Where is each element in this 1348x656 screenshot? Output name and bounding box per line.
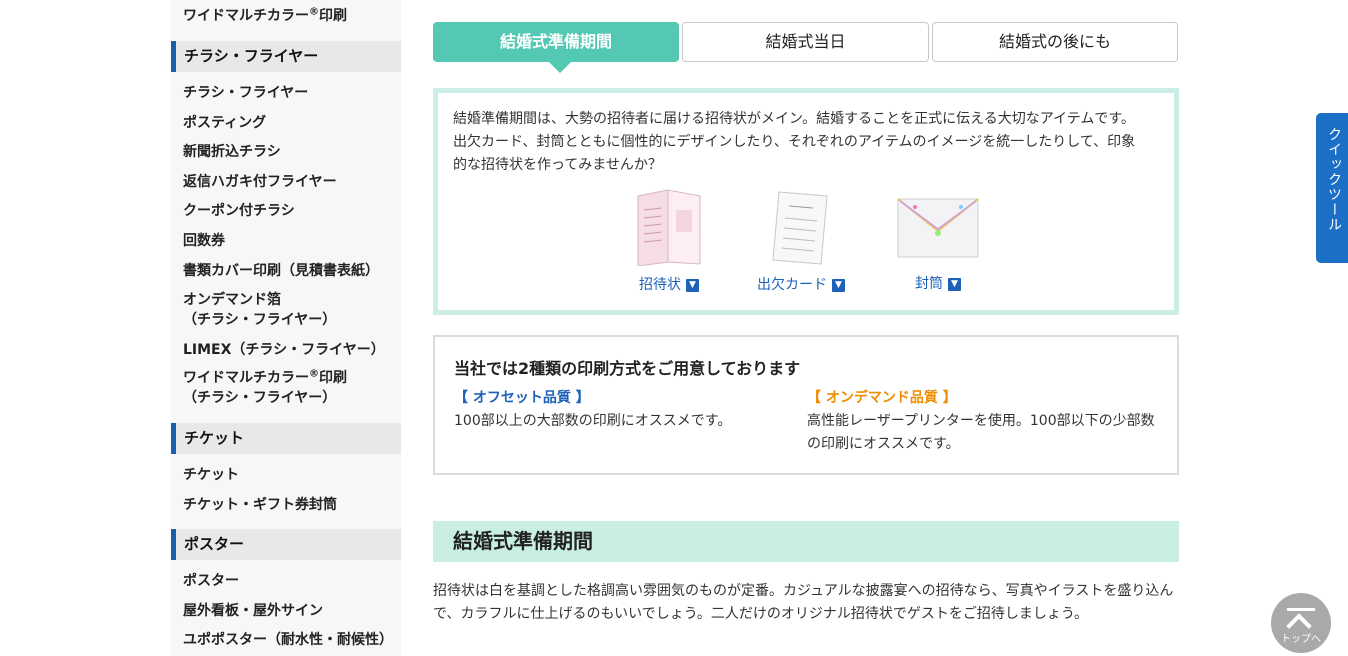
sidebar-item-label-part: 印刷 bbox=[319, 370, 347, 386]
offset-quality-label: 【 オフセット品質 】 bbox=[454, 390, 590, 406]
invitation-link[interactable]: 招待状 ▼ bbox=[639, 274, 699, 294]
download-icon: ▼ bbox=[832, 278, 845, 292]
sidebar-item-ondemand-foil[interactable]: オンデマンド箔 （チラシ・フライヤー） bbox=[183, 290, 398, 330]
sidebar: ワイドマルチカラー®印刷 チラシ・フライヤー チラシ・フライヤー ポスティング … bbox=[171, 0, 401, 656]
section-body: 招待状は白を基調とした格調高い雰囲気のものが定番。カジュアルな披露宴への招待なら… bbox=[433, 583, 1174, 622]
tab-after-wedding[interactable]: 結婚式の後にも bbox=[932, 22, 1178, 62]
sidebar-item-limex[interactable]: LIMEX（チラシ・フライヤー） bbox=[183, 340, 398, 360]
sidebar-section-poster: ポスター bbox=[171, 529, 401, 560]
download-icon: ▼ bbox=[686, 278, 699, 292]
sidebar-item-reply-postcard-flyer[interactable]: 返信ハガキ付フライヤー bbox=[183, 172, 398, 192]
sidebar-item-coupon-book[interactable]: 回数券 bbox=[183, 231, 398, 251]
sidebar-item-flyer[interactable]: チラシ・フライヤー bbox=[183, 83, 398, 103]
invitation-image[interactable] bbox=[634, 188, 704, 267]
sidebar-item-coupon-flyer[interactable]: クーポン付チラシ bbox=[183, 201, 398, 221]
sidebar-item-wide-multicolor[interactable]: ワイドマルチカラー®印刷 bbox=[183, 6, 398, 26]
sidebar-item-sublabel: （チラシ・フライヤー） bbox=[183, 312, 337, 328]
sidebar-item-sublabel: （チラシ・フライヤー） bbox=[183, 390, 337, 406]
rsvp-card-image[interactable] bbox=[771, 188, 831, 266]
sidebar-item-outdoor-sign[interactable]: 屋外看板・屋外サイン bbox=[183, 601, 398, 621]
sidebar-item-ticket[interactable]: チケット bbox=[183, 465, 398, 485]
ondemand-quality-desc: 高性能レーザープリンターを使用。100部以下の少部数の印刷にオススメです。 bbox=[807, 413, 1155, 452]
item-invitation: 招待状 ▼ bbox=[614, 188, 724, 294]
tab-wedding-day[interactable]: 結婚式当日 bbox=[682, 22, 929, 62]
sidebar-item-label: ワイドマルチカラー bbox=[183, 8, 309, 24]
back-to-top-label: トップへ bbox=[1281, 634, 1321, 645]
registered-mark: ® bbox=[309, 368, 319, 380]
sidebar-item-document-cover[interactable]: 書類カバー印刷（見積書表紙） bbox=[183, 261, 398, 281]
sidebar-item-yupo-poster[interactable]: ユポポスター（耐水性・耐候性） bbox=[183, 630, 398, 650]
quick-tool-button[interactable]: クイックツール bbox=[1316, 113, 1348, 263]
registered-mark: ® bbox=[309, 6, 319, 18]
intro-box: 結婚準備期間は、大勢の招待者に届ける招待状がメイン。結婚することを正式に伝える大… bbox=[433, 88, 1179, 315]
invitation-label: 招待状 bbox=[639, 277, 681, 293]
sidebar-item-newspaper-insert[interactable]: 新聞折込チラシ bbox=[183, 142, 398, 162]
ondemand-quality-label: 【 オンデマンド品質 】 bbox=[807, 390, 957, 406]
envelope-link[interactable]: 封筒 ▼ bbox=[915, 273, 961, 293]
intro-text: 結婚準備期間は、大勢の招待者に届ける招待状がメイン。結婚することを正式に伝える大… bbox=[453, 111, 1136, 173]
offset-quality-desc: 100部以上の大部数の印刷にオススメです。 bbox=[454, 413, 732, 429]
quick-tool-label: クイックツール bbox=[1326, 127, 1342, 232]
sidebar-item-label: 印刷 bbox=[319, 8, 347, 24]
sidebar-section-ticket: チケット bbox=[171, 423, 401, 454]
print-method-box: 当社では2種類の印刷方式をご用意しております 【 オフセット品質 】 100部以… bbox=[433, 335, 1179, 475]
item-rsvp-card: 出欠カード ▼ bbox=[746, 188, 856, 294]
sidebar-item-poster[interactable]: ポスター bbox=[183, 571, 398, 591]
tab-preparation[interactable]: 結婚式準備期間 bbox=[433, 22, 679, 62]
sidebar-item-posting[interactable]: ポスティング bbox=[183, 113, 398, 133]
download-icon: ▼ bbox=[948, 277, 961, 291]
section-heading: 結婚式準備期間 bbox=[433, 521, 1179, 562]
sidebar-item-label: ワイドマルチカラー®印刷 bbox=[183, 368, 398, 388]
envelope-image[interactable] bbox=[895, 193, 981, 261]
top-bar-icon bbox=[1287, 608, 1315, 611]
active-tab-indicator bbox=[548, 61, 572, 73]
sidebar-item-wide-multicolor-flyer[interactable]: ワイドマルチカラー®印刷 （チラシ・フライヤー） bbox=[183, 368, 398, 408]
rsvp-card-label: 出欠カード bbox=[757, 277, 827, 293]
sidebar-item-label: オンデマンド箔 bbox=[183, 292, 281, 308]
item-envelope: 封筒 ▼ bbox=[883, 193, 993, 293]
sidebar-section-flyer: チラシ・フライヤー bbox=[171, 41, 401, 72]
back-to-top-button[interactable]: トップへ bbox=[1271, 593, 1331, 653]
envelope-label: 封筒 bbox=[915, 276, 943, 292]
print-method-title: 当社では2種類の印刷方式をご用意しております bbox=[454, 359, 801, 378]
rsvp-card-link[interactable]: 出欠カード ▼ bbox=[757, 274, 845, 294]
sidebar-item-ticket-envelope[interactable]: チケット・ギフト券封筒 bbox=[183, 495, 398, 515]
sidebar-item-label-part: ワイドマルチカラー bbox=[183, 370, 309, 386]
